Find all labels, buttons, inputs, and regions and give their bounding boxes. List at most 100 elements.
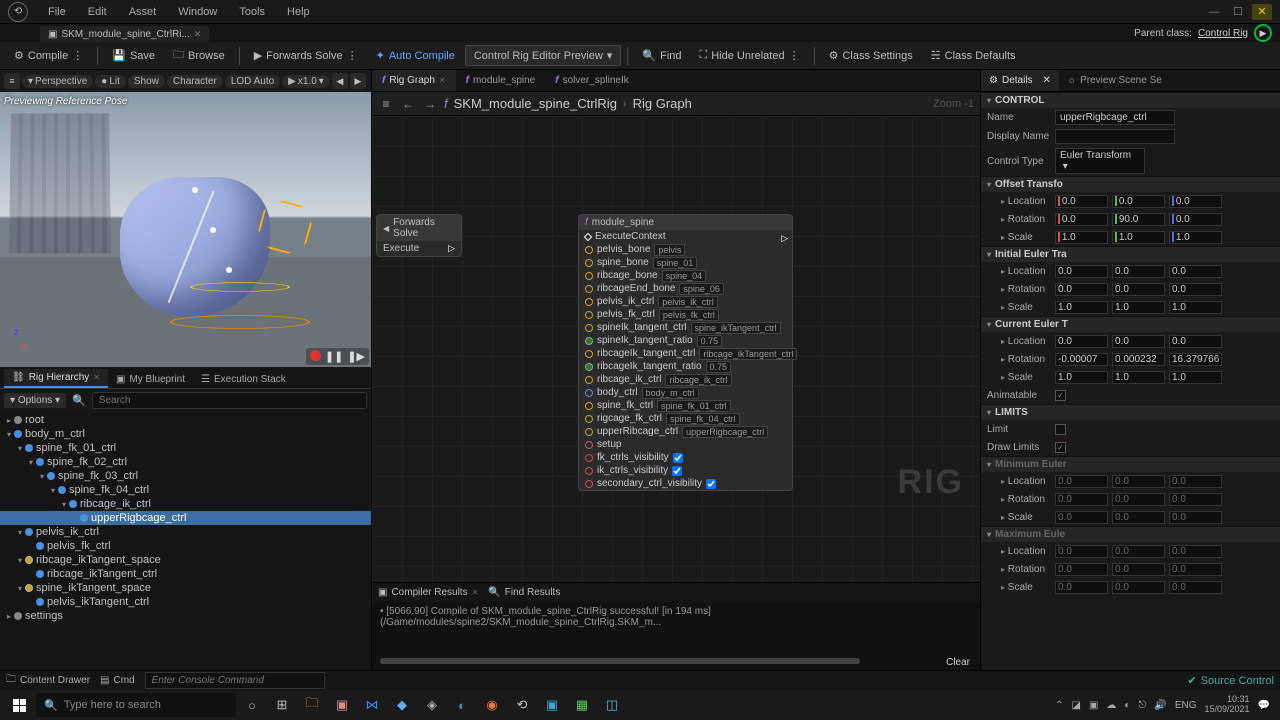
vec-cell[interactable] [1112,493,1165,506]
document-tab[interactable]: ▣ SKM_module_spine_CtrlRi... ✕ [40,26,209,42]
port-pin[interactable] [585,259,593,267]
task-vscode[interactable]: ⋈ [358,691,386,719]
task-app3[interactable]: ◈ [418,691,446,719]
vec-input[interactable] [1115,266,1162,277]
task-chrome[interactable]: ◉ [478,691,506,719]
category-header[interactable]: ▾Current Euler T [981,316,1280,332]
options-dropdown[interactable]: ▾ Options ▾ [4,393,66,408]
draw-limits-checkbox[interactable]: ✓ [1055,442,1066,453]
task-app4[interactable]: ▣ [538,691,566,719]
vec-input[interactable] [1115,336,1162,347]
tray-icon[interactable]: ▣ [1089,700,1098,711]
parent-class-link[interactable]: Control Rig [1198,28,1248,39]
tab-close[interactable]: ✕ [194,29,202,40]
close-icon[interactable]: ✕ [472,588,479,597]
port-value[interactable]: upperRigbcage_ctrl [682,426,768,438]
vec-cell[interactable] [1055,353,1108,366]
exec-out-pin[interactable]: ▷ [781,233,788,244]
compiler-log[interactable]: • [5066.90] Compile of SKM_module_spine_… [372,602,980,672]
tray-icon[interactable]: ☁ [1106,700,1116,711]
vec-input[interactable] [1115,354,1162,365]
preview-mode-select[interactable]: Control Rig Editor Preview ▾ [465,45,622,66]
graph-canvas[interactable]: RIG ◀Forwards Solve Execute▷ fmodule_spi… [372,116,980,582]
hierarchy-tree[interactable]: ▸root▾body_m_ctrl▾spine_fk_01_ctrl▾spine… [0,411,371,672]
vec-cell[interactable] [1169,335,1222,348]
menu-edit[interactable]: Edit [78,4,117,20]
vec-input[interactable] [1172,476,1219,487]
vec-cell[interactable] [1169,283,1222,296]
vec-input[interactable] [1172,582,1219,593]
class-settings-button[interactable]: ⚙Class Settings [821,46,921,65]
vec-input[interactable] [1172,546,1219,557]
menu-help[interactable]: Help [277,4,320,20]
port-pin[interactable] [585,467,593,475]
port-ExecuteContext[interactable]: ExecuteContext [579,230,792,243]
vec-input[interactable] [1058,546,1105,557]
tree-item-root[interactable]: ▸root [0,413,371,427]
vec-cell[interactable] [1055,335,1108,348]
port-value[interactable]: ribcage_ik_ctrl [665,374,731,386]
port-pin[interactable] [585,311,593,319]
vec-input[interactable] [1115,284,1162,295]
port-rigcage_fk_ctrl[interactable]: rigcage_fk_ctrlspine_fk_04_ctrl [579,412,792,425]
tree-item-ribcage_ik_ctrl[interactable]: ▾ribcage_ik_ctrl [0,497,371,511]
port-ribcage_ik_ctrl[interactable]: ribcage_ik_ctrlribcage_ik_ctrl [579,373,792,386]
port-value[interactable]: 0.75 [706,361,732,373]
twisty-icon[interactable]: ▾ [59,500,69,509]
vec-cell[interactable] [1112,581,1165,594]
task-app2[interactable]: ◆ [388,691,416,719]
vec-cell[interactable] [1169,213,1222,226]
vec-cell[interactable] [1055,231,1108,244]
taskbar-clock[interactable]: 10:3115/09/2021 [1205,695,1250,715]
port-pin[interactable] [584,232,592,240]
taskbar-search[interactable]: 🔍 Type here to search [36,693,236,717]
close-icon[interactable]: ✕ [93,373,100,382]
vec-cell[interactable] [1112,301,1165,314]
port-pin[interactable] [585,389,593,397]
vec-input[interactable] [1058,582,1105,593]
tray-volume-icon[interactable]: 🔊 [1154,700,1166,711]
tree-item-spine_fk_01_ctrl[interactable]: ▾spine_fk_01_ctrl [0,441,371,455]
twisty-icon[interactable]: ▾ [15,444,25,453]
category-header[interactable]: ▾Maximum Eule [981,526,1280,542]
start-button[interactable] [4,691,34,719]
port-pin[interactable] [585,441,593,449]
tree-item-settings[interactable]: ▸settings [0,609,371,623]
port-setup[interactable]: setup [579,438,792,451]
vec-input[interactable] [1119,232,1162,243]
vec-input[interactable] [1176,214,1219,225]
tray-chevron-icon[interactable]: ⌃ [1055,700,1063,711]
port-value[interactable]: pelvis_fk_ctrl [659,309,719,321]
port-value[interactable]: pelvis_ik_ctrl [658,296,718,308]
vec-input[interactable] [1058,354,1105,365]
vec-cell[interactable] [1055,283,1108,296]
vec-input[interactable] [1172,372,1219,383]
port-spineIk_tangent_ctrl[interactable]: spineIk_tangent_ctrlspine_ikTangent_ctrl [579,321,792,334]
tray-icon[interactable]: ◐ [1124,700,1130,711]
vec-cell[interactable] [1112,353,1165,366]
breadcrumb-menu[interactable]: ≡ [378,97,394,111]
tab-find-results[interactable]: 🔍 Find Results [488,587,560,598]
tree-item-spine_fk_03_ctrl[interactable]: ▾spine_fk_03_ctrl [0,469,371,483]
menu-window[interactable]: Window [168,4,227,20]
content-drawer-button[interactable]: 🗀 Content Drawer [6,672,90,689]
port-upperRibcage_ctrl[interactable]: upperRibcage_ctrlupperRigbcage_ctrl [579,425,792,438]
vec-cell[interactable] [1112,265,1165,278]
port-spine_fk_ctrl[interactable]: spine_fk_ctrlspine_fk_01_ctrl [579,399,792,412]
vec-input[interactable] [1172,336,1219,347]
3d-viewport[interactable]: Previewing Reference Pose zx ❚❚ ❚▶ [0,92,371,367]
tree-item-spine_fk_04_ctrl[interactable]: ▾spine_fk_04_ctrl [0,483,371,497]
task-edge[interactable]: ◐ [448,691,476,719]
task-cortana[interactable]: ○ [238,691,266,719]
node-module-spine[interactable]: fmodule_spine ▷ ExecuteContextpelvis_bon… [578,214,793,491]
port-ribcage_bone[interactable]: ribcage_bonespine_04 [579,269,792,282]
port-value[interactable]: spine_06 [679,283,724,295]
vec-input[interactable] [1062,232,1105,243]
vec-cell[interactable] [1169,353,1222,366]
exec-pin[interactable]: ▷ [448,243,455,254]
tab-details[interactable]: ⚙Details✕ [981,70,1059,91]
vec-cell[interactable] [1112,195,1165,208]
port-value[interactable]: spine_01 [653,257,698,269]
vec-cell[interactable] [1055,301,1108,314]
name-input[interactable] [1055,110,1175,125]
